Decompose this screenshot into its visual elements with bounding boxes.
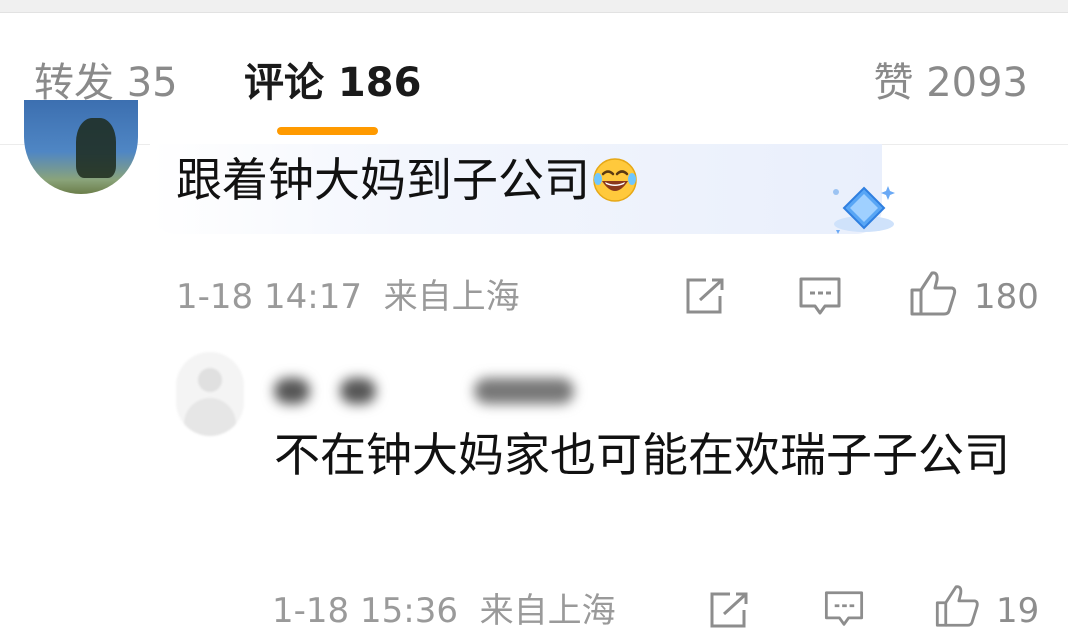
author-name-blurred[interactable] (274, 370, 584, 412)
tab-reposts[interactable]: 转发 35 (34, 63, 178, 103)
like-count: 180 (974, 277, 1039, 317)
like-icon[interactable] (908, 270, 958, 318)
share-icon[interactable] (708, 590, 750, 630)
avatar[interactable] (176, 352, 244, 436)
comment-location: 来自上海 (479, 591, 616, 631)
tab-comments[interactable]: 评论 186 (244, 63, 421, 103)
like-icon[interactable] (932, 584, 982, 629)
comment-icon[interactable] (798, 276, 842, 318)
comment-icon[interactable] (822, 590, 866, 629)
avatar[interactable] (24, 100, 138, 194)
like-count: 19 (996, 591, 1040, 631)
comment-time: 1-18 14:17 (176, 277, 362, 317)
tab-likes[interactable]: 赞 2093 (873, 63, 1028, 103)
active-tab-indicator (277, 127, 378, 135)
comment-location: 来自上海 (383, 277, 520, 317)
comment-text: 跟着钟大妈到子公司 (176, 152, 638, 208)
comment-time: 1-18 15:36 (272, 591, 458, 631)
share-icon[interactable] (684, 276, 726, 316)
top-divider (0, 0, 1068, 13)
comment-meta: 1-18 14:17 来自上海 (176, 280, 520, 314)
comment-text: 不在钟大妈家也可能在欢瑞子子公司 (274, 428, 1010, 482)
comment-meta: 1-18 15:36 来自上海 (272, 594, 616, 628)
diamond-badge-icon (833, 186, 895, 234)
tab-bar: 转发 35 评论 186 赞 2093 (0, 13, 1068, 145)
laughing-tears-emoji-icon (593, 158, 637, 202)
